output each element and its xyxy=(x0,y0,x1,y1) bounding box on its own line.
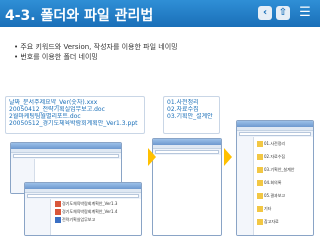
example-line: 2월마케팅팀월별리포트.doc xyxy=(9,113,81,120)
window-body: 01.사전정리 02.자료수집 03.기획안_설계안 04.회의록 05.결과보… xyxy=(237,137,313,235)
folder-item[interactable]: 05.결과보고 xyxy=(257,193,285,199)
file-item[interactable]: 경기도체육박람회계획안_Ver1.3 xyxy=(55,201,117,207)
ppt-file-icon xyxy=(55,209,61,215)
folder-icon xyxy=(257,154,263,160)
window-sidebar xyxy=(25,199,51,235)
file-item[interactable]: 전략기획실업무보고 xyxy=(55,217,95,223)
file-naming-example-box: 날짜_문서주제요약_Ver(숫자).xxx 20050412_전략기획실업무보고… xyxy=(5,96,145,134)
example-line: 20050412_전략기획실업무보고.doc xyxy=(9,106,105,113)
bullet-item: • 번호를 이용한 폴더 네이밍 xyxy=(14,53,98,61)
window-toolbar xyxy=(25,189,141,193)
window-toolbar xyxy=(153,145,221,149)
address-bar xyxy=(27,194,139,198)
folder-icon xyxy=(257,180,263,186)
up-arrow-icon[interactable]: ⇧ xyxy=(276,6,290,20)
folder-naming-example-box: 01.사전정리 02.자료수집 03.기획안_설계안 xyxy=(163,96,220,134)
folder-icon xyxy=(257,141,263,147)
address-bar xyxy=(155,150,219,154)
example-line: 20050512_경기도체육박람회계획안_Ver1.3.ppt xyxy=(9,120,138,127)
folder-icon xyxy=(257,206,263,212)
arrow-right-icon xyxy=(148,148,156,166)
ppt-file-icon xyxy=(55,201,61,207)
example-line: 날짜_문서주제요약_Ver(숫자).xxx xyxy=(9,99,98,106)
example-line: 01.사전정리 xyxy=(167,99,199,106)
folder-item[interactable]: 참고자료 xyxy=(257,219,279,225)
window-sidebar xyxy=(237,137,254,235)
folder-item[interactable]: 기타 xyxy=(257,206,271,212)
window-toolbar xyxy=(237,127,313,131)
chevron-left-icon[interactable]: ‹ xyxy=(258,6,272,20)
explorer-window-middle xyxy=(152,138,222,236)
file-item[interactable]: 경기도체육박람회계획안_Ver1.4 xyxy=(55,209,117,215)
doc-file-icon xyxy=(55,217,61,223)
folder-icon xyxy=(257,193,263,199)
explorer-window-files: 경기도체육박람회계획안_Ver1.3 경기도체육박람회계획안_Ver1.4 전략… xyxy=(24,182,142,236)
bullet-item: • 주요 키워드와 Version, 작성자를 이용한 파일 네이밍 xyxy=(14,43,178,51)
window-body xyxy=(153,155,221,235)
folder-item[interactable]: 04.회의록 xyxy=(257,180,281,186)
window-toolbar xyxy=(11,149,121,153)
arrow-right-icon xyxy=(224,148,232,166)
folder-item[interactable]: 03.기획안_설계안 xyxy=(257,167,294,173)
page-title: 4-3. 폴더와 파일 관리법 xyxy=(5,8,154,24)
example-line: 02.자료수집 xyxy=(167,106,199,113)
bullet-list: • 주요 키워드와 Version, 작성자를 이용한 파일 네이밍 • 번호를… xyxy=(14,42,178,62)
folder-item[interactable]: 02.자료수집 xyxy=(257,154,285,160)
folder-icon xyxy=(257,167,263,173)
address-bar xyxy=(239,132,311,136)
window-body: 경기도체육박람회계획안_Ver1.3 경기도체육박람회계획안_Ver1.4 전략… xyxy=(25,199,141,235)
example-line: 03.기획안_설계안 xyxy=(167,113,213,120)
explorer-window-folders: 01.사전정리 02.자료수집 03.기획안_설계안 04.회의록 05.결과보… xyxy=(236,120,314,236)
folder-item[interactable]: 01.사전정리 xyxy=(257,141,285,147)
menu-icon[interactable]: ☰ xyxy=(296,6,314,20)
folder-icon xyxy=(257,219,263,225)
address-bar xyxy=(13,154,119,158)
header-bar: 4-3. 폴더와 파일 관리법 ‹ ⇧ ☰ xyxy=(0,0,320,27)
